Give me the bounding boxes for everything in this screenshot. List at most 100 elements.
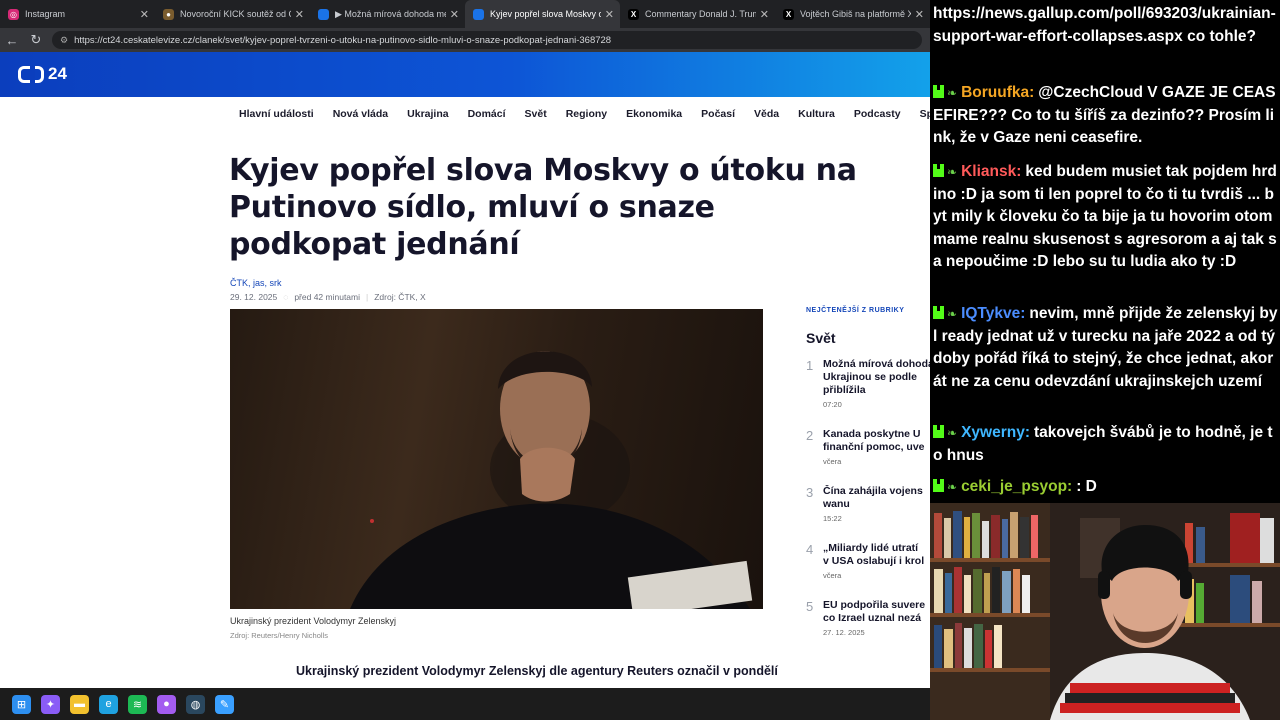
tab-close-icon[interactable]: ✕ xyxy=(140,8,149,21)
ct24-logo[interactable]: 24 xyxy=(18,64,67,84)
messenger-icon[interactable]: ● xyxy=(157,694,176,714)
tab-title: ▶ Možná mírová dohoda mezi Ru xyxy=(335,8,446,19)
nav-item-5[interactable]: Regiony xyxy=(566,108,607,120)
edge-icon[interactable]: e xyxy=(99,694,118,714)
browser-tab-1[interactable]: ● Novoroční KICK soutěž od CzechC ✕ xyxy=(155,0,310,28)
sidebar-item-4[interactable]: 4 „Miliardy lidé utratí v USA oslabují i … xyxy=(806,542,930,584)
chat-message: ❧ Boruufka: @CzechCloud V GAZE JE CEASEFIR… xyxy=(933,82,1278,150)
chat-message: ❧ IQTykve: nevim, mně přijde že zelenskyj … xyxy=(933,303,1278,393)
tab-favicon-icon: ● xyxy=(163,8,174,20)
reload-icon[interactable]: ↻ xyxy=(24,32,48,48)
nav-item-2[interactable]: Ukrajina xyxy=(407,108,448,120)
article-authors[interactable]: ČTK, jas, srk xyxy=(230,278,282,288)
chat-text: https://news.gallup.com/poll/693203/ukra… xyxy=(933,5,1276,45)
tab-close-icon[interactable]: ✕ xyxy=(605,8,614,21)
address-bar-row: ← ↻ ⚙ https://ct24.ceskatelevize.cz/clan… xyxy=(0,28,930,52)
sidebar-title: NEJČTENĚJŠÍ Z RUBRIKY xyxy=(806,307,905,314)
windows-start-icon[interactable]: ⊞ xyxy=(12,694,31,714)
sidebar-item-date: 07:20 xyxy=(823,400,842,409)
sidebar-item-number: 5 xyxy=(806,599,814,614)
sidebar-item-title: EU podpořila suvere co Izrael uznal nezá xyxy=(823,599,926,624)
browser-window: ◎ Instagram ✕ ● Novoroční KICK soutěž od Cze… xyxy=(0,0,930,688)
tab-favicon-icon: X xyxy=(628,8,639,20)
clock-icon: ◌ xyxy=(283,292,289,302)
copilot-icon[interactable]: ✦ xyxy=(41,694,60,714)
tab-close-icon[interactable]: ✕ xyxy=(760,8,769,21)
browser-tab-5[interactable]: X Vojtěch Gibiš na platformě X: ✕ xyxy=(775,0,930,28)
tab-favicon-icon: ◎ xyxy=(8,8,19,20)
site-info-icon[interactable]: ⚙ xyxy=(60,35,68,46)
photo-illustration xyxy=(350,351,753,609)
logo-text: 24 xyxy=(48,64,67,83)
kick-badge-icon xyxy=(933,306,944,319)
sidebar-item-title: Možná mírová dohoda Ukrajinou se podle p… xyxy=(823,358,930,396)
kick-badge-icon xyxy=(933,479,944,492)
chat-message: ❧ Kliansk: ked budem musiet tak pojdem hrd… xyxy=(933,161,1278,274)
chat-username[interactable]: IQTykve: xyxy=(961,305,1025,322)
sidebar-item-title: Kanada poskytne U finanční pomoc, uve xyxy=(823,428,925,453)
leaf-badge-icon: ❧ xyxy=(947,480,958,494)
sidebar-item-3[interactable]: 3 Čína zahájila vojens wanu 15:22 xyxy=(806,485,930,527)
tab-title: Instagram xyxy=(25,9,66,19)
nav-item-8[interactable]: Věda xyxy=(754,108,779,120)
kick-badge-icon xyxy=(933,85,944,98)
ct-logo-icon xyxy=(18,65,44,83)
chat-username[interactable]: Xywerny: xyxy=(961,424,1030,441)
paint-icon[interactable]: ✎ xyxy=(215,694,234,714)
nav-item-4[interactable]: Svět xyxy=(525,108,547,120)
nav-item-0[interactable]: Hlavní události xyxy=(239,108,314,120)
article-source: Zdroj: ČTK, X xyxy=(374,292,426,302)
browser-tab-4[interactable]: X Commentary Donald J. Trump Pos ✕ xyxy=(620,0,775,28)
tab-title: Novoroční KICK soutěž od CzechC xyxy=(180,9,291,19)
tab-close-icon[interactable]: ✕ xyxy=(295,8,304,21)
sidebar-item-number: 2 xyxy=(806,428,814,443)
leaf-badge-icon: ❧ xyxy=(947,426,958,440)
photo-caption: Ukrajinský prezident Volodymyr Zelenskyj xyxy=(230,616,397,626)
nav-item-7[interactable]: Počasí xyxy=(701,108,735,120)
webcam-feed xyxy=(930,503,1280,720)
leaf-badge-icon: ❧ xyxy=(947,86,958,100)
article-photo[interactable] xyxy=(230,309,763,609)
nav-item-6[interactable]: Ekonomika xyxy=(626,108,682,120)
taskbar: ⊞ ✦ ▬ e ≋ ● ◍ ✎ xyxy=(0,688,930,720)
browser-tab-3[interactable]: Kyjev popřel slova Moskvy o útoku ✕ xyxy=(465,0,620,28)
nav-item-1[interactable]: Nová vláda xyxy=(333,108,388,120)
nav-item-10[interactable]: Podcasty xyxy=(854,108,901,120)
url-text: https://ct24.ceskatelevize.cz/clanek/sve… xyxy=(74,34,612,46)
sidebar-item-5[interactable]: 5 EU podpořila suvere co Izrael uznal nez… xyxy=(806,599,930,641)
tab-title: Kyjev popřel slova Moskvy o útoku xyxy=(490,9,601,19)
leaf-badge-icon: ❧ xyxy=(947,165,958,179)
leaf-badge-icon: ❧ xyxy=(947,307,958,321)
steam-icon[interactable]: ◍ xyxy=(186,694,205,714)
article-lead: Ukrajinský prezident Volodymyr Zelenskyj… xyxy=(296,664,778,678)
article-ago: před 42 minutami xyxy=(294,292,360,302)
chat-username[interactable]: ceki_je_psyop: xyxy=(961,478,1072,495)
sidebar-item-title: Čína zahájila vojens wanu xyxy=(823,485,923,510)
tab-favicon-icon: X xyxy=(783,8,794,20)
tab-close-icon[interactable]: ✕ xyxy=(450,8,459,21)
chat-username[interactable]: Boruufka: xyxy=(961,84,1034,101)
tab-bar: ◎ Instagram ✕ ● Novoroční KICK soutěž od Cze… xyxy=(0,0,930,28)
tab-title: Commentary Donald J. Trump Pos xyxy=(645,9,756,19)
article-headline: Kyjev popřel slova Moskvy o útoku na Put… xyxy=(229,153,857,262)
nav-item-9[interactable]: Kultura xyxy=(798,108,835,120)
kick-badge-icon xyxy=(933,425,944,438)
sidebar-item-1[interactable]: 1 Možná mírová dohoda Ukrajinou se podle … xyxy=(806,358,930,413)
nav-item-11[interactable]: Sp xyxy=(920,108,930,120)
nav-item-3[interactable]: Domácí xyxy=(468,108,506,120)
chat-message: ❧ ceki_je_psyop:: D xyxy=(933,476,1278,499)
back-icon[interactable]: ← xyxy=(0,33,24,48)
url-field[interactable]: ⚙ https://ct24.ceskatelevize.cz/clanek/s… xyxy=(52,31,922,49)
sidebar-item-title: „Miliardy lidé utratí v USA oslabují i k… xyxy=(823,542,925,567)
spotify-icon[interactable]: ≋ xyxy=(128,694,147,714)
sidebar-item-2[interactable]: 2 Kanada poskytne U finanční pomoc, uve vč… xyxy=(806,428,930,470)
browser-tab-0[interactable]: ◎ Instagram ✕ xyxy=(0,0,155,28)
browser-tab-2[interactable]: ▶ Možná mírová dohoda mezi Ru ✕ xyxy=(310,0,465,28)
meta-divider: | xyxy=(366,292,369,302)
sidebar-item-number: 1 xyxy=(806,358,814,373)
file-explorer-icon[interactable]: ▬ xyxy=(70,694,89,714)
tab-favicon-icon xyxy=(318,8,329,20)
chat-username[interactable]: Kliansk: xyxy=(961,163,1021,180)
sidebar-item-date: včera xyxy=(823,571,842,580)
tab-close-icon[interactable]: ✕ xyxy=(915,8,924,21)
